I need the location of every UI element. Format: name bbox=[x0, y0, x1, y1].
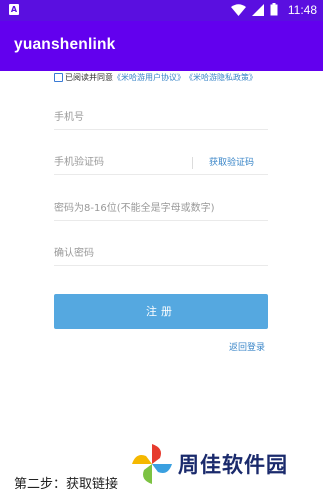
verification-code-field: 获取验证码 bbox=[54, 151, 268, 175]
watermark-brand: 周佳软件园 bbox=[178, 453, 288, 477]
pinwheel-logo-icon bbox=[132, 444, 172, 484]
signal-icon bbox=[252, 3, 264, 16]
sim-indicator-icon: A bbox=[9, 4, 19, 15]
back-to-login-link[interactable]: 返回登录 bbox=[229, 340, 265, 353]
get-code-button[interactable]: 获取验证码 bbox=[209, 151, 254, 175]
verification-code-input[interactable] bbox=[54, 151, 190, 174]
confirm-password-field bbox=[54, 242, 268, 266]
phone-input[interactable] bbox=[54, 106, 268, 129]
confirm-password-input[interactable] bbox=[54, 242, 268, 265]
password-field bbox=[54, 197, 268, 221]
field-divider bbox=[192, 157, 193, 169]
phone-field bbox=[54, 106, 268, 130]
password-input[interactable] bbox=[54, 197, 268, 220]
app-title: yuanshenlink bbox=[14, 36, 116, 53]
agreement-row[interactable]: 已阅读并同意 《米哈游用户协议》 《米哈游隐私政策》 bbox=[54, 71, 314, 83]
privacy-policy-link[interactable]: 《米哈游隐私政策》 bbox=[185, 72, 257, 83]
battery-icon bbox=[270, 3, 278, 16]
user-agreement-link[interactable]: 《米哈游用户协议》 bbox=[113, 72, 185, 83]
wifi-icon bbox=[231, 3, 246, 16]
checkbox-icon[interactable] bbox=[54, 72, 63, 82]
step-caption: 第二步：获取链接 bbox=[14, 477, 119, 489]
watermark: 周佳软件园 bbox=[130, 440, 320, 488]
agreement-prefix: 已阅读并同意 bbox=[65, 72, 113, 82]
register-button[interactable]: 注册 bbox=[54, 294, 268, 329]
app-bar: yuanshenlink bbox=[0, 21, 323, 71]
status-time: 11:48 bbox=[287, 3, 317, 17]
status-icons bbox=[231, 3, 278, 16]
status-bar: A 11:48 bbox=[0, 0, 323, 21]
